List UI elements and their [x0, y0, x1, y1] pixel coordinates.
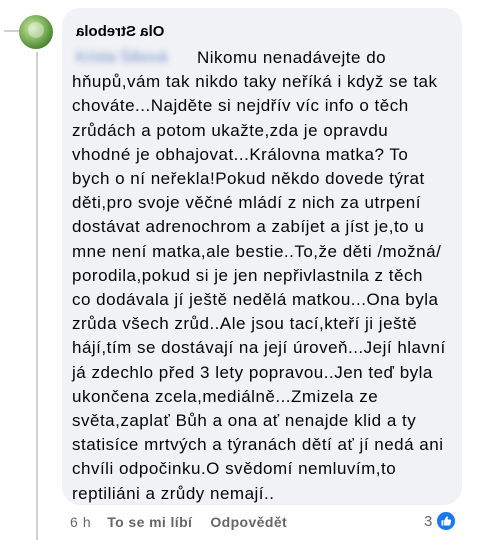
- comment-line: hájí,tím se dostávají na její úroveň...J…: [72, 338, 446, 358]
- comment-line: porodila,pokud si je jen nepřivlastnila …: [72, 265, 423, 285]
- comment-line: Nikomu nenadávejte do: [197, 48, 387, 67]
- comment-line: ukončena zcela,mediálně...Zmizela ze: [72, 386, 379, 406]
- thread-line: [36, 52, 38, 540]
- comment-actions: 6 h To se mi líbí Odpovědět: [70, 511, 305, 533]
- like-button[interactable]: To se mi líbí: [107, 514, 192, 530]
- comment-line: bych o ní neřekla!Pokud někdo dovede týr…: [72, 169, 425, 189]
- comment-line: zrůda všech zrůd..Ale jsou tací,kteří ji…: [72, 314, 418, 334]
- thumbs-up-icon: [436, 512, 455, 530]
- avatar[interactable]: [19, 15, 53, 49]
- comment-timestamp[interactable]: 6 h: [70, 514, 91, 530]
- comment-line: světa,zaplať Bůh a ona ať nenajde klid a…: [72, 411, 417, 431]
- comment-line: co dodávala jí ještě nedělá matkou...Ona…: [72, 290, 439, 310]
- comment-line: hňupů,vám tak nikdo taky neříká i když s…: [72, 72, 438, 92]
- comment-line: já zdechlo před 3 lety popravou..Jen teď…: [72, 362, 433, 382]
- comment-line: chvíli odpočinku.O svědomí nemluvím,to: [72, 459, 397, 479]
- reaction-count: 3: [424, 512, 433, 530]
- comment-text: Nikomu nenadávejte do hňupů,vám tak nikd…: [72, 46, 454, 506]
- comment-line: reptiliáni a zrůdy nemají..: [72, 483, 275, 503]
- comment-line: dostávat adrenochrom a zabíjet a jíst je…: [72, 217, 425, 237]
- comment-line: chováte...Najděte si nejdřív víc info o …: [72, 96, 409, 116]
- comment-line: děti,pro svoje věčné mládí z nich za utr…: [72, 193, 421, 213]
- comment-line: statisíce mrtvých a týranách dětí ať jí …: [72, 435, 444, 455]
- comment-bubble: Ola Strebola Krista Šibová Nikomu nenadá…: [62, 8, 462, 505]
- reaction-summary[interactable]: 3: [424, 510, 455, 532]
- comment-line: mne není matka,ale bestie..To,že děti /m…: [72, 241, 442, 261]
- reply-button[interactable]: Odpovědět: [210, 514, 287, 530]
- comment-line: zrůdách a potom ukažte,zda je opravdu: [72, 120, 389, 140]
- comment-author[interactable]: Ola Strebola: [76, 23, 164, 40]
- comment-line: vhodné je obhajovat...Královna matka? To: [72, 144, 409, 164]
